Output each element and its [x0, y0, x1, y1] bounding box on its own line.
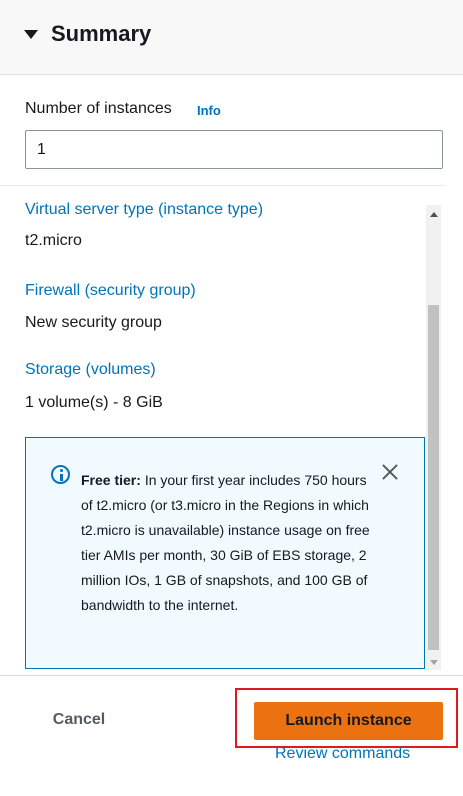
storage-link[interactable]: Storage (volumes)	[25, 361, 156, 379]
free-tier-alert: Free tier: In your first year includes 7…	[25, 437, 425, 669]
scroll-up-arrow-icon[interactable]	[430, 212, 438, 217]
alert-message: Free tier: In your first year includes 7…	[81, 468, 371, 618]
footer-divider	[0, 675, 463, 676]
instance-type-value: t2.micro	[25, 232, 82, 249]
info-link[interactable]: Info	[197, 103, 221, 118]
storage-value: 1 volume(s) - 8 GiB	[25, 394, 163, 411]
summary-header[interactable]: Summary	[0, 0, 463, 75]
security-group-link[interactable]: Firewall (security group)	[25, 282, 196, 300]
info-circle-icon	[51, 465, 70, 484]
security-group-value: New security group	[25, 314, 162, 331]
scrollbar-thumb[interactable]	[428, 305, 439, 650]
number-of-instances-input[interactable]	[25, 130, 443, 169]
review-commands-link[interactable]: Review commands	[275, 745, 410, 763]
scrollbar[interactable]	[426, 205, 441, 670]
summary-title: Summary	[51, 21, 152, 46]
number-of-instances-label: Number of instances	[25, 100, 172, 117]
close-icon[interactable]	[379, 461, 401, 483]
scroll-down-arrow-icon[interactable]	[430, 660, 438, 665]
summary-scroll-area: Virtual server type (instance type) t2.m…	[0, 186, 426, 672]
instance-type-link[interactable]: Virtual server type (instance type)	[25, 201, 263, 219]
caret-down-icon[interactable]	[24, 30, 38, 39]
alert-body: In your first year includes 750 hours of…	[81, 472, 370, 613]
cancel-button[interactable]: Cancel	[34, 702, 124, 738]
alert-title: Free tier:	[81, 472, 141, 488]
highlight-box	[235, 688, 458, 748]
